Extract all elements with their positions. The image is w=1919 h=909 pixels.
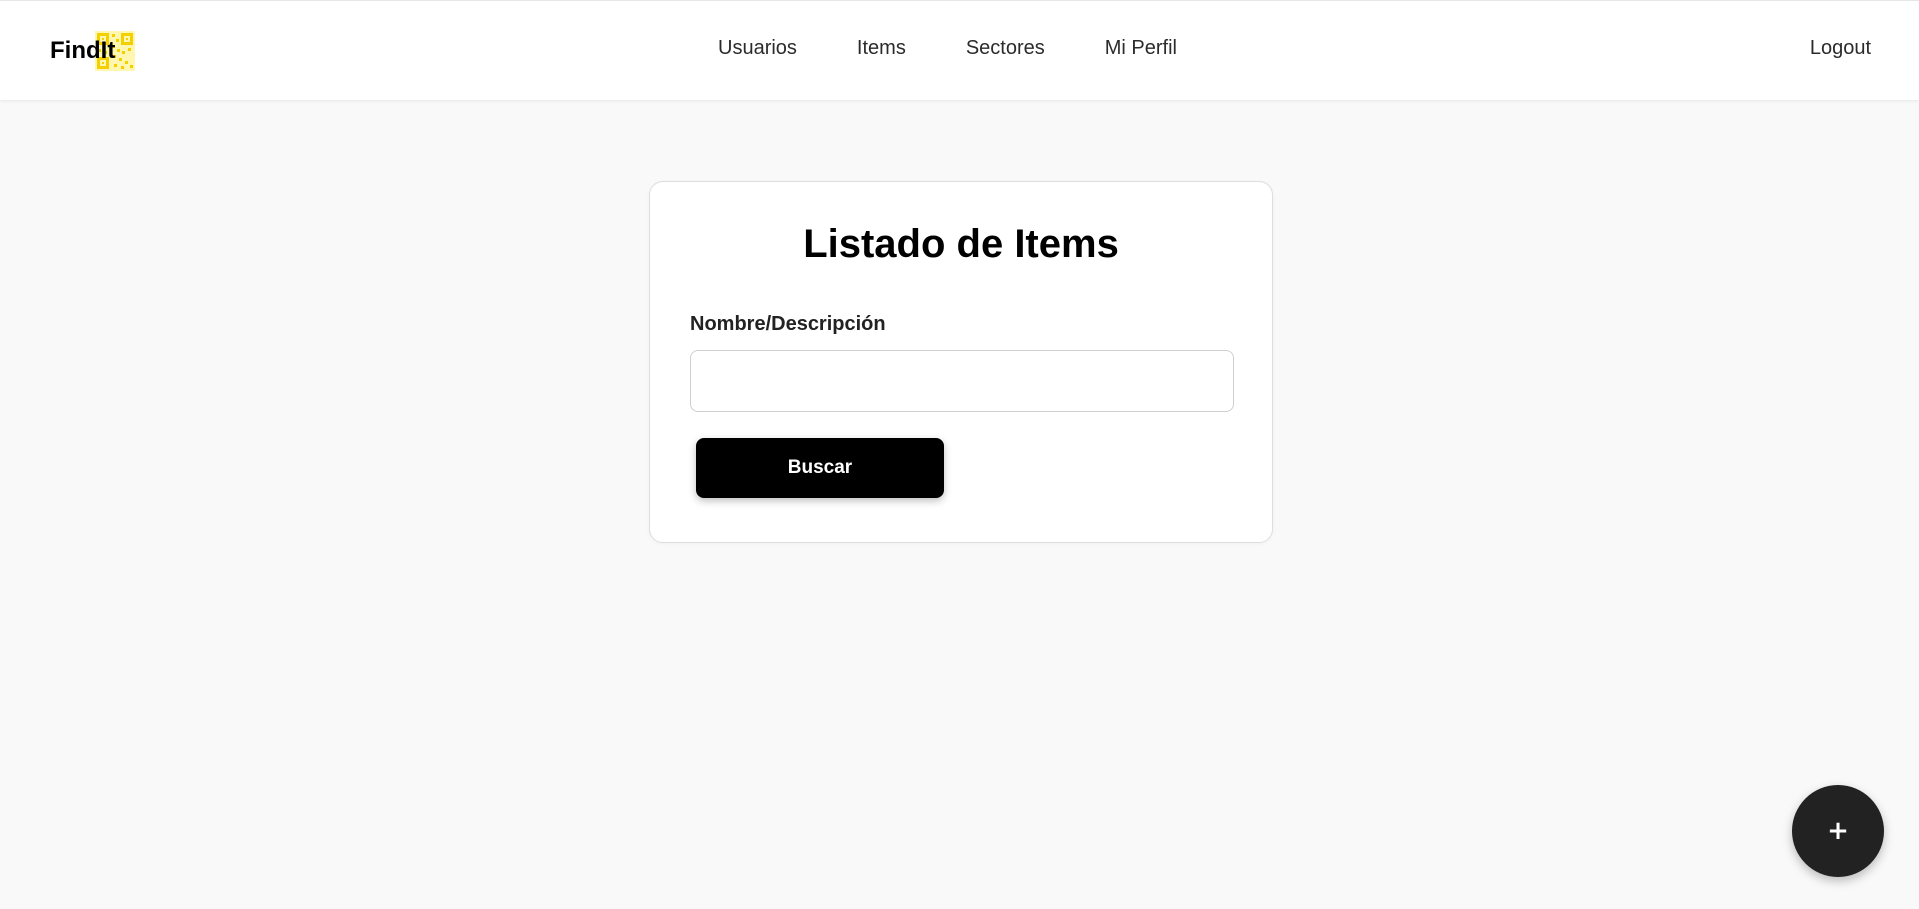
brand-name: FindIt xyxy=(50,37,116,64)
search-card: Listado de Items Nombre/Descripción Busc… xyxy=(649,181,1273,543)
nav-item-usuarios[interactable]: Usuarios xyxy=(718,37,797,60)
add-item-button[interactable]: + xyxy=(1792,785,1884,877)
nav-item-sectores[interactable]: Sectores xyxy=(966,37,1045,60)
brand-logo[interactable]: FindIt xyxy=(50,31,136,71)
nav-item-items[interactable]: Items xyxy=(857,37,906,60)
search-button[interactable]: Buscar xyxy=(696,438,944,498)
nav-item-mi-perfil[interactable]: Mi Perfil xyxy=(1105,37,1177,60)
search-field-label: Nombre/Descripción xyxy=(690,313,886,335)
top-navbar: FindIt Usuarios Items Sectores Mi Perfil… xyxy=(0,0,1919,100)
main-nav: Usuarios Items Sectores Mi Perfil xyxy=(718,37,1177,60)
plus-icon: + xyxy=(1827,816,1849,846)
search-input[interactable] xyxy=(690,350,1234,412)
logout-link[interactable]: Logout xyxy=(1810,37,1871,60)
page-title: Listado de Items xyxy=(803,222,1119,266)
